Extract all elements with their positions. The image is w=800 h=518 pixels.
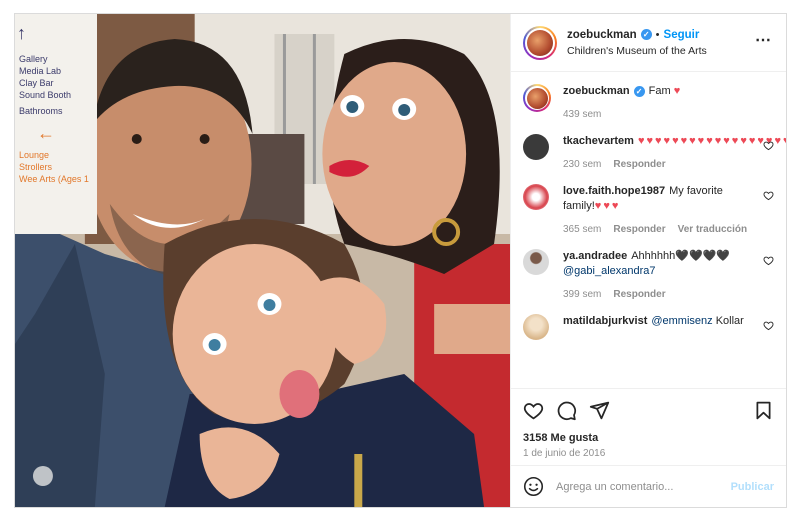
save-icon[interactable] bbox=[753, 400, 774, 421]
add-comment-bar: Publicar bbox=[511, 465, 786, 507]
comment-username[interactable]: ya.andradee bbox=[563, 250, 627, 262]
post-actions bbox=[511, 388, 786, 432]
comment-username[interactable]: tkachevartem bbox=[563, 135, 634, 147]
post-location[interactable]: Children's Museum of the Arts bbox=[567, 45, 707, 57]
comment-time[interactable]: 365 sem bbox=[563, 222, 601, 237]
museum-wall-sign: ↑ Gallery Media Lab Clay Bar Sound Booth… bbox=[15, 14, 97, 234]
caption-username[interactable]: zoebuckman bbox=[563, 85, 630, 97]
sign-text: Lounge bbox=[19, 150, 50, 160]
author-avatar[interactable] bbox=[523, 25, 557, 60]
red-heart-emoji: ♥ bbox=[673, 85, 683, 97]
commenter-avatar[interactable] bbox=[523, 184, 549, 210]
caption-avatar[interactable] bbox=[523, 84, 551, 112]
reply-button[interactable]: Responder bbox=[613, 287, 665, 302]
follow-button[interactable]: Seguir bbox=[664, 29, 700, 41]
see-translation-button[interactable]: Ver traducción bbox=[678, 222, 747, 237]
like-comment-heart-icon[interactable] bbox=[763, 320, 774, 331]
comment-text: Ahhhhhh🖤🖤🖤🖤 bbox=[631, 250, 731, 262]
comment-time[interactable]: 399 sem bbox=[563, 287, 601, 302]
comments-list[interactable]: zoebuckman ✓ Fam ♥ 439 sem tkachevartem ♥♥♥… bbox=[511, 72, 786, 388]
sign-text: Sound Booth bbox=[19, 90, 72, 100]
caption-text: Fam bbox=[648, 85, 671, 97]
comment-item: ya.andradee Ahhhhhh🖤🖤🖤🖤 @gabi_alexandra7 … bbox=[523, 249, 774, 302]
post-photo[interactable]: ↑ Gallery Media Lab Clay Bar Sound Booth… bbox=[15, 14, 510, 507]
sign-text: Gallery bbox=[19, 54, 48, 64]
caption-time[interactable]: 439 sem bbox=[563, 107, 601, 122]
comment-time[interactable]: 230 sem bbox=[563, 157, 601, 172]
comment-icon[interactable] bbox=[556, 400, 577, 421]
emoji-icon[interactable] bbox=[523, 476, 544, 497]
comment-hearts: ♥♥♥ bbox=[594, 200, 621, 212]
post-header: zoebuckman ✓ • Seguir Children's Museum … bbox=[511, 14, 786, 72]
comment-item: tkachevartem♥♥♥♥♥♥♥♥♥♥♥♥♥♥♥♥♥♥♥♥♥♥♥♥♥♥ 2… bbox=[523, 134, 786, 172]
likes-count[interactable]: 3158 Me gusta bbox=[511, 432, 786, 444]
sign-text: Clay Bar bbox=[19, 78, 54, 88]
reply-button[interactable]: Responder bbox=[613, 222, 665, 237]
author-username[interactable]: zoebuckman bbox=[567, 29, 637, 41]
like-comment-heart-icon[interactable] bbox=[763, 140, 774, 151]
share-icon[interactable] bbox=[589, 400, 610, 421]
comment-text: Kollar bbox=[715, 315, 744, 327]
verified-icon: ✓ bbox=[640, 29, 652, 40]
reply-button[interactable]: Responder bbox=[613, 157, 665, 172]
comment-input[interactable] bbox=[556, 480, 731, 493]
sign-text: Wee Arts (Ages 1 bbox=[19, 174, 89, 184]
post-side-panel: zoebuckman ✓ • Seguir Children's Museum … bbox=[510, 14, 786, 507]
commenter-avatar[interactable] bbox=[523, 314, 549, 340]
comment-mention[interactable]: @gabi_alexandra7 bbox=[563, 265, 656, 277]
verified-icon: ✓ bbox=[633, 86, 645, 97]
commenter-avatar[interactable] bbox=[523, 249, 549, 275]
comment-username[interactable]: matildabjurkvist bbox=[563, 315, 647, 327]
left-arrow-icon: ← bbox=[37, 123, 55, 143]
sign-text: Bathrooms bbox=[19, 106, 63, 116]
publish-button[interactable]: Publicar bbox=[731, 481, 774, 493]
comment-username[interactable]: love.faith.hope1987 bbox=[563, 185, 665, 197]
sign-text: Media Lab bbox=[19, 66, 62, 76]
like-comment-heart-icon[interactable] bbox=[763, 255, 774, 266]
commenter-avatar[interactable] bbox=[523, 134, 549, 160]
comment-item: love.faith.hope1987 My favorite family!♥♥… bbox=[523, 184, 774, 237]
caption: zoebuckman ✓ Fam ♥ 439 sem bbox=[523, 84, 774, 122]
comment-mention[interactable]: @emmisenz bbox=[651, 315, 712, 327]
comment-item: matildabjurkvist @emmisenz Kollar bbox=[523, 314, 774, 340]
heart-icon[interactable] bbox=[523, 400, 544, 421]
post-date: 1 de junio de 2016 bbox=[523, 448, 606, 459]
sign-text: Strollers bbox=[19, 162, 53, 172]
separator-dot: • bbox=[655, 28, 660, 41]
more-options-icon[interactable]: ⋯ bbox=[755, 33, 772, 49]
instagram-post: ↑ Gallery Media Lab Clay Bar Sound Booth… bbox=[14, 13, 787, 508]
like-comment-heart-icon[interactable] bbox=[763, 190, 774, 201]
up-arrow-icon: ↑ bbox=[17, 23, 26, 43]
